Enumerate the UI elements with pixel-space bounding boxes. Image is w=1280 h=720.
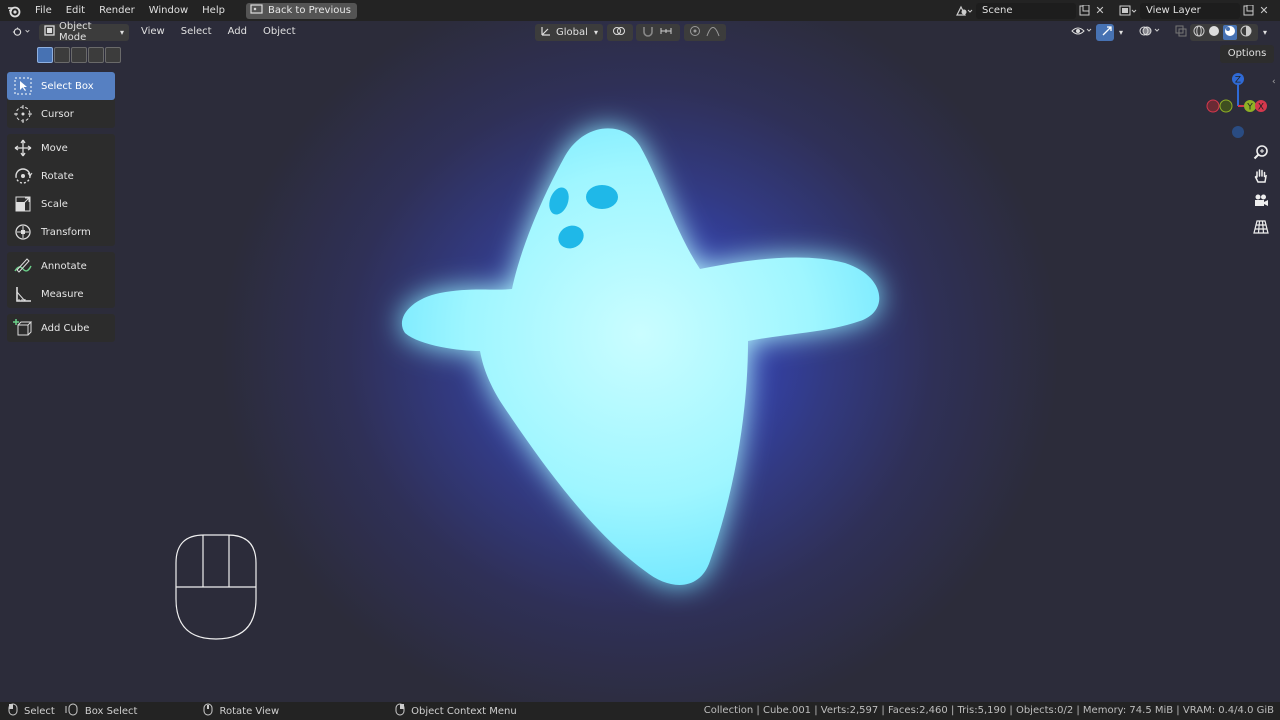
ghost-eye-right — [586, 185, 618, 209]
status-context-menu-label: Object Context Menu — [411, 705, 517, 717]
status-context-menu-hint: Object Context Menu — [395, 703, 517, 719]
back-to-previous-label: Back to Previous — [267, 5, 351, 16]
menu-help[interactable]: Help — [195, 0, 232, 21]
view-layer-icon[interactable] — [1116, 3, 1140, 19]
mouse-middle-icon — [203, 703, 213, 719]
new-view-layer-icon[interactable] — [1240, 3, 1256, 19]
close-scene-icon[interactable]: ✕ — [1092, 3, 1108, 19]
scene-statistics: Collection | Cube.001 | Verts:2,597 | Fa… — [703, 705, 1274, 716]
back-to-previous-button[interactable]: Back to Previous — [245, 2, 357, 19]
status-bar: Select Box Select Rotate View Object Con… — [0, 702, 1280, 720]
menu-window[interactable]: Window — [142, 0, 195, 21]
scene-selector: Scene ✕ — [952, 2, 1108, 19]
menu-render[interactable]: Render — [92, 0, 142, 21]
screen-icon — [250, 3, 263, 18]
status-rotate-view-hint: Rotate View — [203, 703, 279, 719]
mouse-left-icon — [8, 703, 18, 719]
status-select-hint: Select — [8, 703, 55, 719]
ghost-body — [401, 128, 880, 585]
menu-file[interactable]: File — [28, 0, 59, 21]
new-scene-icon[interactable] — [1076, 3, 1092, 19]
menu-edit[interactable]: Edit — [59, 0, 92, 21]
mouse-drag-icon — [65, 703, 79, 719]
3d-viewport[interactable]: Object Mode ▾ View Select Add Object Glo… — [0, 21, 1280, 702]
mouse-right-icon — [395, 703, 405, 719]
blender-logo-icon[interactable] — [0, 0, 28, 21]
scene-icon[interactable] — [952, 3, 976, 19]
view-layer-selector: View Layer ✕ — [1116, 2, 1272, 19]
scene-name-field[interactable]: Scene — [976, 2, 1076, 19]
status-select-label: Select — [24, 705, 55, 717]
close-view-layer-icon[interactable]: ✕ — [1256, 3, 1272, 19]
status-rotate-view-label: Rotate View — [219, 705, 280, 717]
status-box-select-hint: Box Select — [65, 703, 138, 719]
view-layer-name-field[interactable]: View Layer — [1140, 2, 1240, 19]
mouse-icon — [175, 534, 257, 640]
status-box-select-label: Box Select — [84, 705, 138, 717]
top-bar: File Edit Render Window Help Back to Pre… — [0, 0, 1280, 21]
